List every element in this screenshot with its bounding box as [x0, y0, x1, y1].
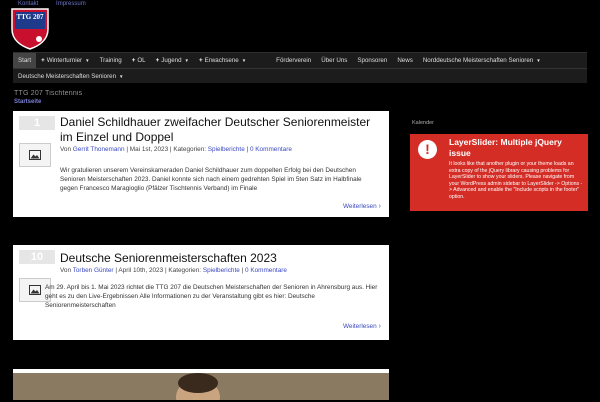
- nav-item-über-uns[interactable]: Über Uns: [316, 53, 352, 68]
- post-excerpt: Wir gratulieren unserem Vereinskameraden…: [60, 167, 362, 192]
- post-thumbnail[interactable]: [19, 143, 51, 167]
- comments-link[interactable]: 0 Kommentare: [245, 267, 287, 274]
- nav-item-label: Förderverein: [276, 57, 312, 64]
- post-excerpt: Am 29. April bis 1. Mai 2023 richtet die…: [45, 284, 378, 309]
- category-link[interactable]: Spielberichte: [208, 146, 245, 153]
- author-link[interactable]: Torben Günter: [73, 267, 114, 274]
- photo-placeholder: [13, 369, 389, 402]
- main-navigation: Start + Winterturnier ▼ Training + OL + Jugend ▼ +…: [13, 52, 587, 83]
- nav-item-norddeutsche-meisterschaften-senioren[interactable]: Norddeutsche Meisterschaften Senioren ▼: [418, 53, 546, 68]
- nav-item-ol[interactable]: + OL: [127, 53, 151, 68]
- post-title[interactable]: Daniel Schildhauer zweifacher Deutscher …: [60, 115, 380, 145]
- post-meta: Von Torben Günter | April 10th, 2023 | K…: [60, 267, 287, 274]
- caret-down-icon: ▼: [241, 58, 247, 63]
- author-link[interactable]: Gerrit Thonemann: [73, 146, 125, 153]
- breadcrumb[interactable]: Startseite: [14, 99, 41, 105]
- caret-down-icon: ▼: [536, 58, 541, 63]
- nav-item-label: Training: [99, 57, 122, 64]
- blog-post: 10 Deutsche Seniorenmeisterschaften 2023…: [13, 245, 389, 340]
- post-date-badge: 1: [19, 116, 55, 130]
- category-link[interactable]: Spielberichte: [203, 267, 240, 274]
- nav-item-label: News: [397, 57, 413, 64]
- logo-text: TTG 207: [16, 13, 44, 21]
- comments-link[interactable]: 0 Kommentare: [250, 146, 292, 153]
- caret-down-icon: ▼: [119, 74, 124, 79]
- nav-item-deutsche-meisterschaften-senioren[interactable]: Deutsche Meisterschaften Senioren ▼: [13, 69, 129, 84]
- alert-icon: !: [418, 140, 437, 159]
- site-title: TTG 207 Tischtennis: [14, 90, 83, 97]
- chevron-right-icon: ›: [378, 203, 381, 210]
- nav-item-jugend[interactable]: + Jugend ▼: [151, 53, 194, 68]
- nav-item-label: Jugend: [161, 57, 182, 64]
- nav-item-winterturnier[interactable]: + Winterturnier ▼: [36, 53, 95, 68]
- nav-item-news[interactable]: News: [392, 53, 417, 68]
- nav-item-label: Über Uns: [321, 57, 348, 64]
- nav-item-sponsoren[interactable]: Sponsoren: [352, 53, 392, 68]
- caret-down-icon: ▼: [184, 58, 190, 63]
- blog-post: 1 Daniel Schildhauer zweifacher Deutsche…: [13, 111, 389, 217]
- layerslider-alert: ! LayerSlider: Multiple jQuery issue It …: [410, 134, 588, 211]
- nav-item-förderverein[interactable]: Förderverein: [271, 53, 316, 68]
- post-date-badge: 10: [19, 250, 55, 264]
- read-more-link[interactable]: Weiterlesen ›: [343, 323, 381, 330]
- plus-icon: +: [199, 57, 203, 64]
- nav-item-training[interactable]: Training: [95, 53, 127, 68]
- post-meta: Von Gerrit Thonemann | Mai 1st, 2023 | K…: [60, 146, 292, 153]
- nav-item-label: Sponsoren: [357, 57, 388, 64]
- site-logo[interactable]: TTG 207: [10, 7, 50, 50]
- chevron-right-icon: ›: [378, 323, 381, 330]
- nav-item-erwachsene[interactable]: + Erwachsene ▼: [194, 53, 251, 68]
- nav-item-label: Norddeutsche Meisterschaften Senioren: [422, 57, 534, 64]
- nav-item-label: Erwachsene: [204, 57, 239, 64]
- nav-item-label: Winterturnier: [46, 57, 83, 64]
- nav-item-start[interactable]: Start: [13, 53, 37, 68]
- nav-row-primary: Start + Winterturnier ▼ Training + OL + Jugend ▼ +…: [13, 53, 546, 68]
- image-icon: [29, 285, 41, 295]
- nav-row-secondary: Deutsche Meisterschaften Senioren ▼: [13, 68, 587, 84]
- sidebar-heading: Kalender: [412, 120, 435, 126]
- alert-text: It looks like that another plugin or you…: [449, 161, 583, 200]
- read-more-link[interactable]: Weiterlesen ›: [343, 203, 381, 210]
- plus-icon: +: [155, 57, 160, 64]
- nav-item-label: Start: [18, 57, 32, 64]
- imprint-link[interactable]: Impressum: [56, 1, 86, 7]
- caret-down-icon: ▼: [85, 58, 90, 63]
- nav-item-label: Deutsche Meisterschaften Senioren: [18, 73, 117, 80]
- post-featured-image[interactable]: [13, 369, 389, 402]
- plus-icon: +: [131, 57, 136, 64]
- alert-title: LayerSlider: Multiple jQuery issue: [449, 137, 562, 158]
- post-title[interactable]: Deutsche Seniorenmeisterschaften 2023: [60, 251, 380, 266]
- image-icon: [29, 150, 41, 160]
- nav-item-label: OL: [137, 57, 146, 64]
- plus-icon: +: [41, 57, 45, 64]
